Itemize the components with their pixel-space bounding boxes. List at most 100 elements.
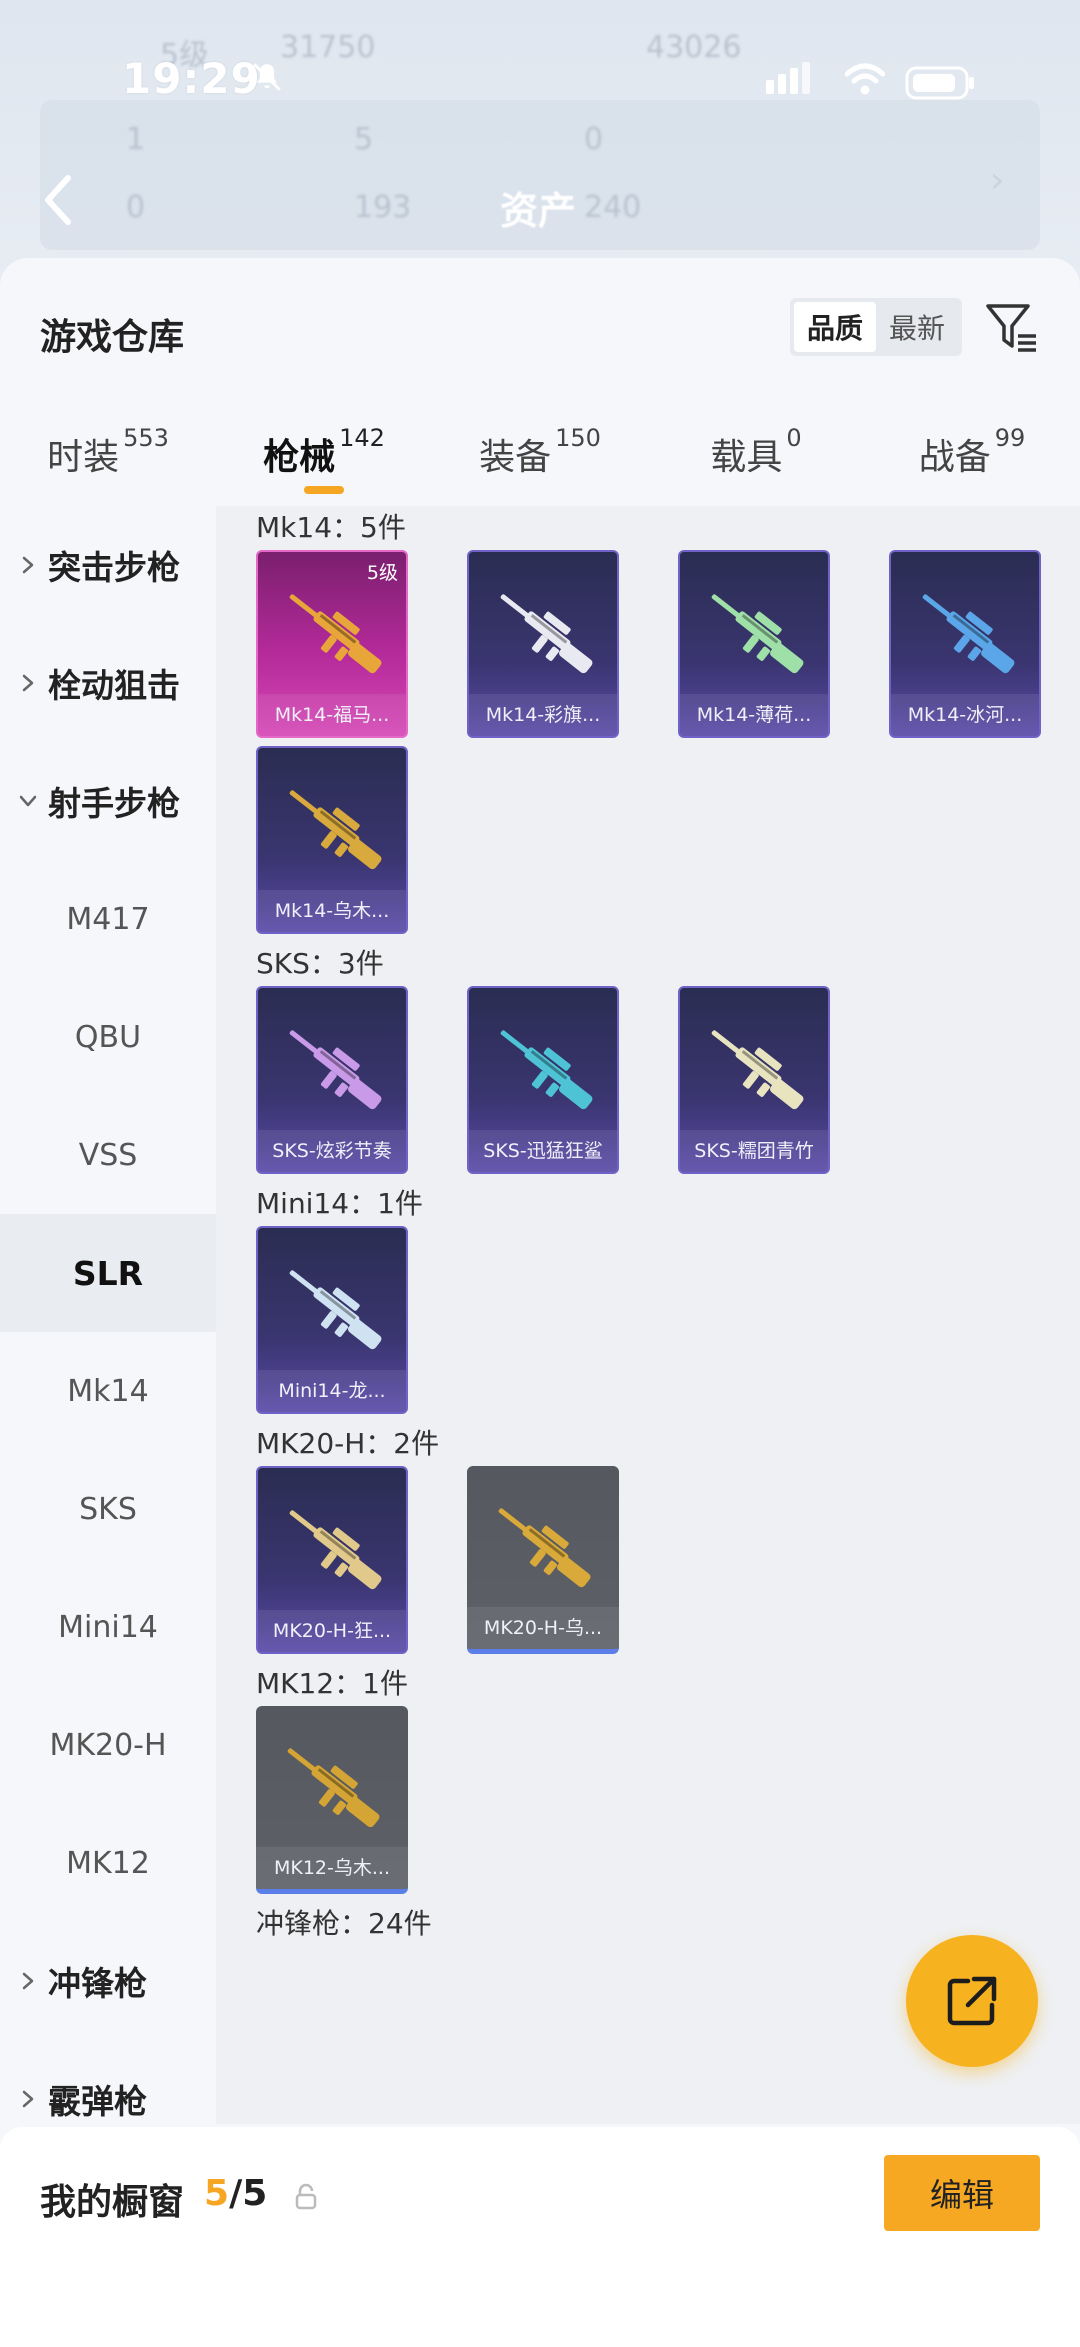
category-tabs: 时装 553 枪械 142 装备 150 载具 0 战备 99 xyxy=(0,408,1080,504)
chevron-right-icon xyxy=(22,556,34,574)
tab-vehicles[interactable]: 载具 0 xyxy=(648,408,864,504)
filter-icon[interactable] xyxy=(984,300,1040,356)
tab-supplies[interactable]: 战备 99 xyxy=(864,408,1080,504)
sidebar-item-weapon[interactable]: SLR xyxy=(0,1214,216,1332)
wifi-icon xyxy=(845,63,885,95)
sidebar-item-group[interactable]: 栓动狙击 xyxy=(0,624,216,742)
sidebar-item-group[interactable]: 冲锋枪 xyxy=(0,1922,216,2040)
sidebar-item-group[interactable]: 突击步枪 xyxy=(0,506,216,624)
lock-icon xyxy=(295,2183,317,2210)
sidebar-item-weapon[interactable]: MK20-H xyxy=(0,1686,216,1804)
chevron-right-icon xyxy=(22,674,34,692)
sidebar-item-weapon[interactable]: M417 xyxy=(0,860,216,978)
weapon-group: MK20-H：2件 MK20-H-狂... MK20-H-乌... xyxy=(216,1422,1080,1662)
sidebar-item-weapon[interactable]: QBU xyxy=(0,978,216,1096)
sidebar-item-weapon[interactable]: Mini14 xyxy=(0,1568,216,1686)
weapon-skin-name: Mk14-冰河... xyxy=(891,694,1039,736)
weapon-skin-card[interactable]: SKS-迅猛狂鲨 xyxy=(467,986,619,1174)
weapon-skin-card[interactable]: MK12-乌木... xyxy=(256,1706,408,1894)
bg-stat-1: 1 xyxy=(126,122,146,157)
bg-stat-6: 240 xyxy=(584,190,642,225)
weapon-skin-name: Mini14-龙... xyxy=(258,1370,406,1412)
weapon-grid: 5级 Mk14-福马... Mk14-彩旗... Mk14-薄荷... Mk14-冰河.… xyxy=(256,550,1080,942)
tab-count: 0 xyxy=(786,424,802,452)
tab-label: 载具 xyxy=(710,437,783,478)
rifle-icon xyxy=(289,1270,382,1350)
sidebar-item-label: 突击步枪 xyxy=(48,548,180,587)
sidebar-item-label: SLR xyxy=(72,1253,144,1293)
weapon-skin-card[interactable]: Mk14-冰河... xyxy=(889,550,1041,738)
share-button[interactable] xyxy=(906,1935,1038,2067)
signal-icon xyxy=(766,62,810,94)
bg-stat-5: 193 xyxy=(354,190,412,225)
sidebar-item-weapon[interactable]: MK12 xyxy=(0,1804,216,1922)
weapon-group-title: MK20-H：2件 xyxy=(256,1427,440,1460)
sidebar-item-group[interactable]: 霰弹枪 xyxy=(0,2040,216,2124)
sidebar-item-label: Mini14 xyxy=(58,1609,158,1645)
weapon-group-title: MK12：1件 xyxy=(256,1667,408,1700)
sidebar-item-weapon[interactable]: SKS xyxy=(0,1450,216,1568)
weapon-skin-card[interactable]: MK20-H-狂... xyxy=(256,1466,408,1654)
sidebar-item-label: M417 xyxy=(66,901,150,937)
active-tab-indicator xyxy=(304,486,344,494)
weapon-skin-card[interactable]: Mini14-龙... xyxy=(256,1226,408,1414)
tab-label: 装备 xyxy=(479,437,552,478)
weapon-group-title: SKS：3件 xyxy=(256,947,384,980)
rifle-icon xyxy=(711,594,804,674)
sidebar-item-group[interactable]: 射手步枪 xyxy=(0,742,216,860)
showcase-bar: 我的橱窗 5/5 编辑 xyxy=(0,2127,1080,2347)
sidebar-item-label: 栓动狙击 xyxy=(48,666,180,705)
showcase-count: 5/5 xyxy=(204,2173,267,2214)
weapon-grid: MK12-乌木... xyxy=(256,1706,1080,1902)
weapon-skin-card[interactable]: Mk14-乌木... xyxy=(256,746,408,934)
weapon-group: Mk14：5件 5级 Mk14-福马... Mk14-彩旗... Mk14-薄荷... M… xyxy=(216,506,1080,942)
weapon-skin-name: Mk14-乌木... xyxy=(258,890,406,932)
weapon-skin-card[interactable]: MK20-H-乌... xyxy=(467,1466,619,1654)
sidebar-item-weapon[interactable]: VSS xyxy=(0,1096,216,1214)
weapon-grid: MK20-H-狂... MK20-H-乌... xyxy=(256,1466,1080,1662)
weapon-skin-name: SKS-迅猛狂鲨 xyxy=(469,1130,617,1172)
background-title: 资产 xyxy=(500,189,577,233)
weapon-skin-card[interactable]: Mk14-薄荷... xyxy=(678,550,830,738)
weapon-group-title: Mini14：1件 xyxy=(256,1187,423,1220)
rifle-icon xyxy=(289,594,382,674)
weapon-skin-card[interactable]: 5级 Mk14-福马... xyxy=(256,550,408,738)
weapon-skin-card[interactable]: Mk14-彩旗... xyxy=(467,550,619,738)
weapon-skin-name: MK12-乌木... xyxy=(256,1847,408,1889)
rifle-icon xyxy=(498,1508,591,1588)
rifle-icon xyxy=(500,594,593,674)
sidebar-item-label: Mk14 xyxy=(67,1373,149,1409)
sidebar-item-label: 霰弹枪 xyxy=(48,2082,147,2121)
showcase-count-total: /5 xyxy=(229,2173,268,2214)
weapon-list: Mk14：5件 5级 Mk14-福马... Mk14-彩旗... Mk14-薄荷... M… xyxy=(216,506,1080,2124)
sort-option-quality[interactable]: 品质 xyxy=(794,302,876,352)
chevron-right-icon xyxy=(22,1972,34,1990)
back-arrow-icon[interactable] xyxy=(38,172,78,228)
weapon-skin-card[interactable]: SKS-炫彩节奏 xyxy=(256,986,408,1174)
edit-button[interactable]: 编辑 xyxy=(884,2155,1040,2231)
sort-toggle: 品质 最新 xyxy=(790,298,962,356)
sort-option-newest[interactable]: 最新 xyxy=(876,302,958,352)
bg-chevron-right-icon: › xyxy=(990,160,1005,201)
tab-label: 战备 xyxy=(918,437,991,478)
rifle-icon xyxy=(289,790,382,870)
rifle-icon xyxy=(711,1030,804,1110)
tab-count: 99 xyxy=(994,424,1026,452)
sidebar-item-label: MK12 xyxy=(66,1845,150,1881)
tab-guns[interactable]: 枪械 142 xyxy=(216,408,432,504)
weapon-skin-name: Mk14-薄荷... xyxy=(680,694,828,736)
sidebar-item-label: 冲锋枪 xyxy=(48,1964,147,2003)
tab-equipment[interactable]: 装备 150 xyxy=(432,408,648,504)
chevron-right-icon xyxy=(22,2090,34,2108)
weapon-skin-name: Mk14-彩旗... xyxy=(469,694,617,736)
showcase-count-current: 5 xyxy=(204,2173,230,2214)
background-header: 5级 31750 43026 1 5 0 0 193 240 19:29 资产 … xyxy=(0,0,1080,290)
weapon-skin-card[interactable]: SKS-糯团青竹 xyxy=(678,986,830,1174)
weapon-skin-name: SKS-炫彩节奏 xyxy=(258,1130,406,1172)
sidebar-item-label: VSS xyxy=(78,1137,138,1173)
tab-label: 枪械 xyxy=(263,437,336,478)
tab-label: 时装 xyxy=(47,437,120,478)
tab-fashion[interactable]: 时装 553 xyxy=(0,408,216,504)
sidebar-item-weapon[interactable]: Mk14 xyxy=(0,1332,216,1450)
tab-count: 553 xyxy=(123,424,169,452)
